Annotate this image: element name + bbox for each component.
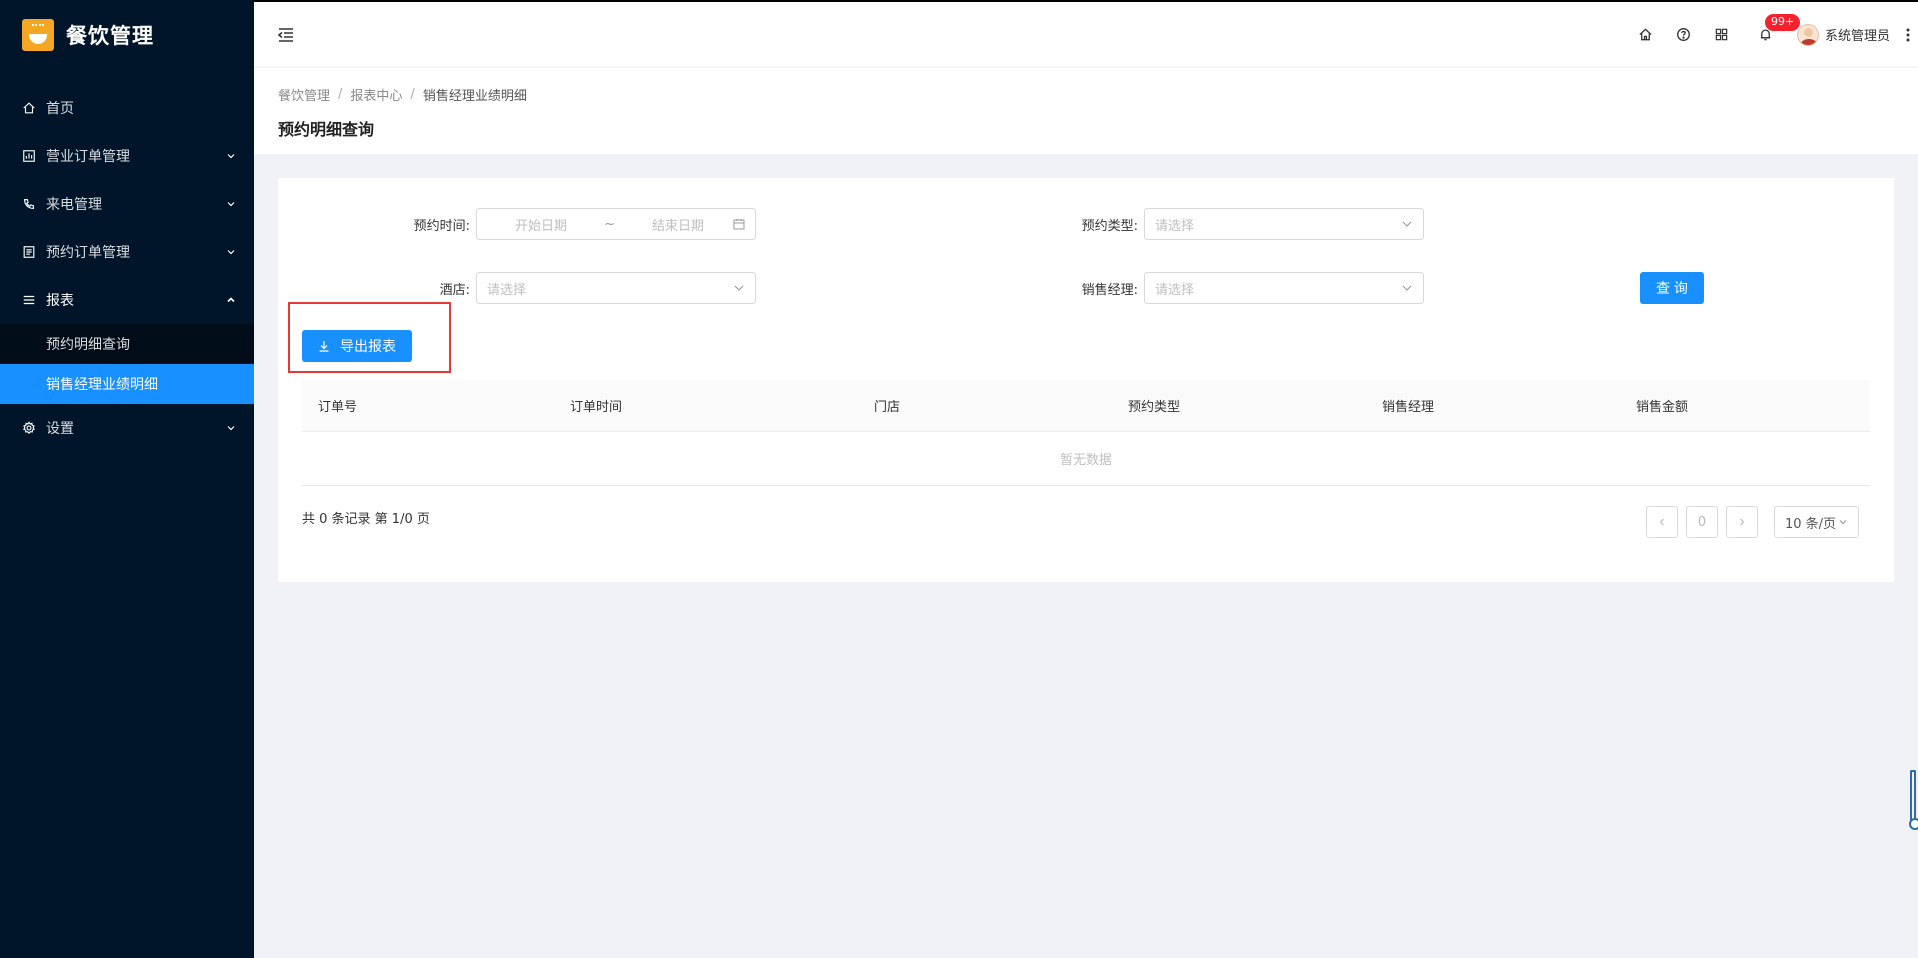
avatar [1796, 23, 1819, 46]
sidebar-item-label: 营业订单管理 [46, 149, 130, 165]
download-icon [319, 341, 329, 352]
top-header: 99+ 系统管理员 [254, 0, 1918, 67]
chevron-down-icon [226, 247, 236, 257]
breadcrumb-separator: / [410, 87, 415, 102]
restaurant-logo-icon [22, 19, 54, 51]
bell-icon[interactable]: 99+ [1747, 13, 1801, 54]
prev-page-button[interactable] [1646, 506, 1678, 538]
record-summary: 共 0 条记录 第 1/0 页 [302, 512, 430, 527]
query-button[interactable]: 查 询 [1640, 272, 1704, 304]
chevron-down-icon [1839, 520, 1847, 525]
chevron-up-icon [226, 295, 236, 305]
data-table: 订单号 订单时间 门店 预约类型 销售经理 销售金额 暂无数据 [302, 380, 1870, 486]
breadcrumb-item[interactable]: 餐饮管理 [278, 85, 330, 104]
sidebar-item-label: 首页 [46, 101, 74, 117]
table-header: 订单号 订单时间 门店 预约类型 销售经理 销售金额 [302, 380, 1870, 432]
sidebar-item-home[interactable]: 首页 [0, 84, 254, 132]
column-header: 销售经理 [1382, 400, 1435, 415]
chevron-down-icon [1401, 218, 1413, 230]
menu-fold-icon[interactable] [276, 25, 296, 45]
query-card: 预约时间: 开始日期 ~ 结束日期 预约类型: 请选择 酒店: 请选择 销售经理… [278, 178, 1894, 582]
column-header: 门店 [874, 400, 901, 415]
user-menu[interactable]: 系统管理员 [1796, 23, 1890, 46]
sidebar-item-sales-manager-performance[interactable]: 销售经理业绩明细 [0, 364, 254, 404]
home-icon[interactable] [1627, 16, 1665, 54]
column-header: 订单时间 [570, 400, 623, 415]
sales-manager-placeholder: 请选择 [1155, 282, 1195, 298]
page-size-select[interactable]: 10 条/页 [1774, 506, 1860, 538]
sidebar-item-calls[interactable]: 来电管理 [0, 180, 254, 228]
notification-badge: 99+ [1764, 13, 1801, 31]
sidebar-item-business-orders[interactable]: 营业订单管理 [0, 132, 254, 180]
page-title: 预约明细查询 [278, 120, 375, 139]
breadcrumb: 餐饮管理 / 报表中心 / 销售经理业绩明细 [278, 85, 1918, 104]
logo[interactable]: 餐饮管理 [0, 0, 254, 70]
sidebar-item-reservation-detail[interactable]: 预约明细查询 [0, 324, 254, 364]
reserve-type-placeholder: 请选择 [1155, 218, 1195, 234]
breadcrumb-separator: / [338, 87, 343, 102]
reserve-type-select[interactable]: 请选择 [1144, 208, 1424, 240]
export-report-label: 导出报表 [340, 339, 396, 355]
hotel-row: 酒店: 请选择 [278, 272, 756, 304]
sidebar-item-label: 设置 [46, 421, 74, 437]
export-report-button[interactable]: 导出报表 [302, 330, 412, 362]
sidebar-item-reports[interactable]: 报表 [0, 276, 254, 324]
reserve-date-range-picker[interactable]: 开始日期 ~ 结束日期 [476, 208, 756, 240]
page-header: 餐饮管理 / 报表中心 / 销售经理业绩明细 预约明细查询 [254, 67, 1918, 154]
help-icon[interactable] [1665, 16, 1703, 54]
range-separator: ~ [604, 216, 615, 232]
chevron-down-icon [226, 423, 236, 433]
page-size-value: 10 条/页 [1785, 516, 1837, 532]
chevron-down-icon [226, 199, 236, 209]
column-header: 订单号 [318, 400, 358, 415]
sales-manager-label: 销售经理: [1081, 282, 1138, 298]
table-empty-state: 暂无数据 [302, 432, 1870, 486]
document-icon [22, 245, 36, 259]
sidebar: 餐饮管理 首页 营业订单管理 来电管理 预约订单管理 报表 预约明细查询 销售经… [0, 0, 254, 958]
calendar-icon [733, 218, 745, 230]
hotel-select[interactable]: 请选择 [476, 272, 756, 304]
column-header: 销售金额 [1636, 400, 1689, 415]
sales-manager-select[interactable]: 请选择 [1144, 272, 1424, 304]
hotel-placeholder: 请选择 [487, 282, 527, 298]
sidebar-menu: 首页 营业订单管理 来电管理 预约订单管理 报表 预约明细查询 销售经理业绩明细… [0, 84, 254, 452]
end-date-input[interactable]: 结束日期 [652, 215, 704, 234]
chart-icon [22, 149, 36, 163]
reserve-time-label: 预约时间: [413, 218, 470, 234]
chevron-down-icon [733, 282, 745, 294]
home-icon [22, 101, 36, 115]
reserve-type-label: 预约类型: [1081, 218, 1138, 234]
export-highlight-box: 导出报表 [288, 302, 451, 373]
pagination: 0 10 条/页 [1646, 506, 1860, 538]
hotel-label: 酒店: [439, 282, 470, 298]
phone-icon [22, 197, 36, 211]
sidebar-item-label: 来电管理 [46, 197, 102, 213]
next-page-button[interactable] [1726, 506, 1758, 538]
sidebar-item-reservation-orders[interactable]: 预约订单管理 [0, 228, 254, 276]
sidebar-item-settings[interactable]: 设置 [0, 404, 254, 452]
breadcrumb-current: 销售经理业绩明细 [422, 89, 527, 104]
user-name: 系统管理员 [1824, 29, 1890, 44]
sales-manager-row: 销售经理: 请选择 [868, 272, 1424, 304]
chevron-left-icon [1659, 518, 1664, 526]
page-number-button[interactable]: 0 [1686, 506, 1718, 538]
breadcrumb-item[interactable]: 报表中心 [350, 85, 402, 104]
menu-list-icon [22, 293, 36, 307]
grid-apps-icon[interactable] [1703, 16, 1741, 54]
chevron-down-icon [1401, 282, 1413, 294]
sidebar-item-label: 报表 [46, 293, 74, 309]
sidebar-item-label: 预约订单管理 [46, 245, 130, 261]
reserve-time-row: 预约时间: 开始日期 ~ 结束日期 [278, 208, 756, 240]
chevron-right-icon [1740, 518, 1745, 526]
gear-icon [22, 421, 36, 435]
reports-submenu: 预约明细查询 销售经理业绩明细 [0, 324, 254, 404]
reserve-type-row: 预约类型: 请选择 [868, 208, 1424, 240]
column-header: 预约类型 [1128, 400, 1181, 415]
chevron-down-icon [226, 151, 236, 161]
start-date-input[interactable]: 开始日期 [515, 215, 567, 234]
scrollbar-thumb[interactable] [1909, 770, 1918, 830]
more-vertical-icon[interactable] [1898, 16, 1918, 54]
header-actions: 99+ 系统管理员 [1627, 2, 1918, 67]
app-title: 餐饮管理 [66, 24, 154, 48]
